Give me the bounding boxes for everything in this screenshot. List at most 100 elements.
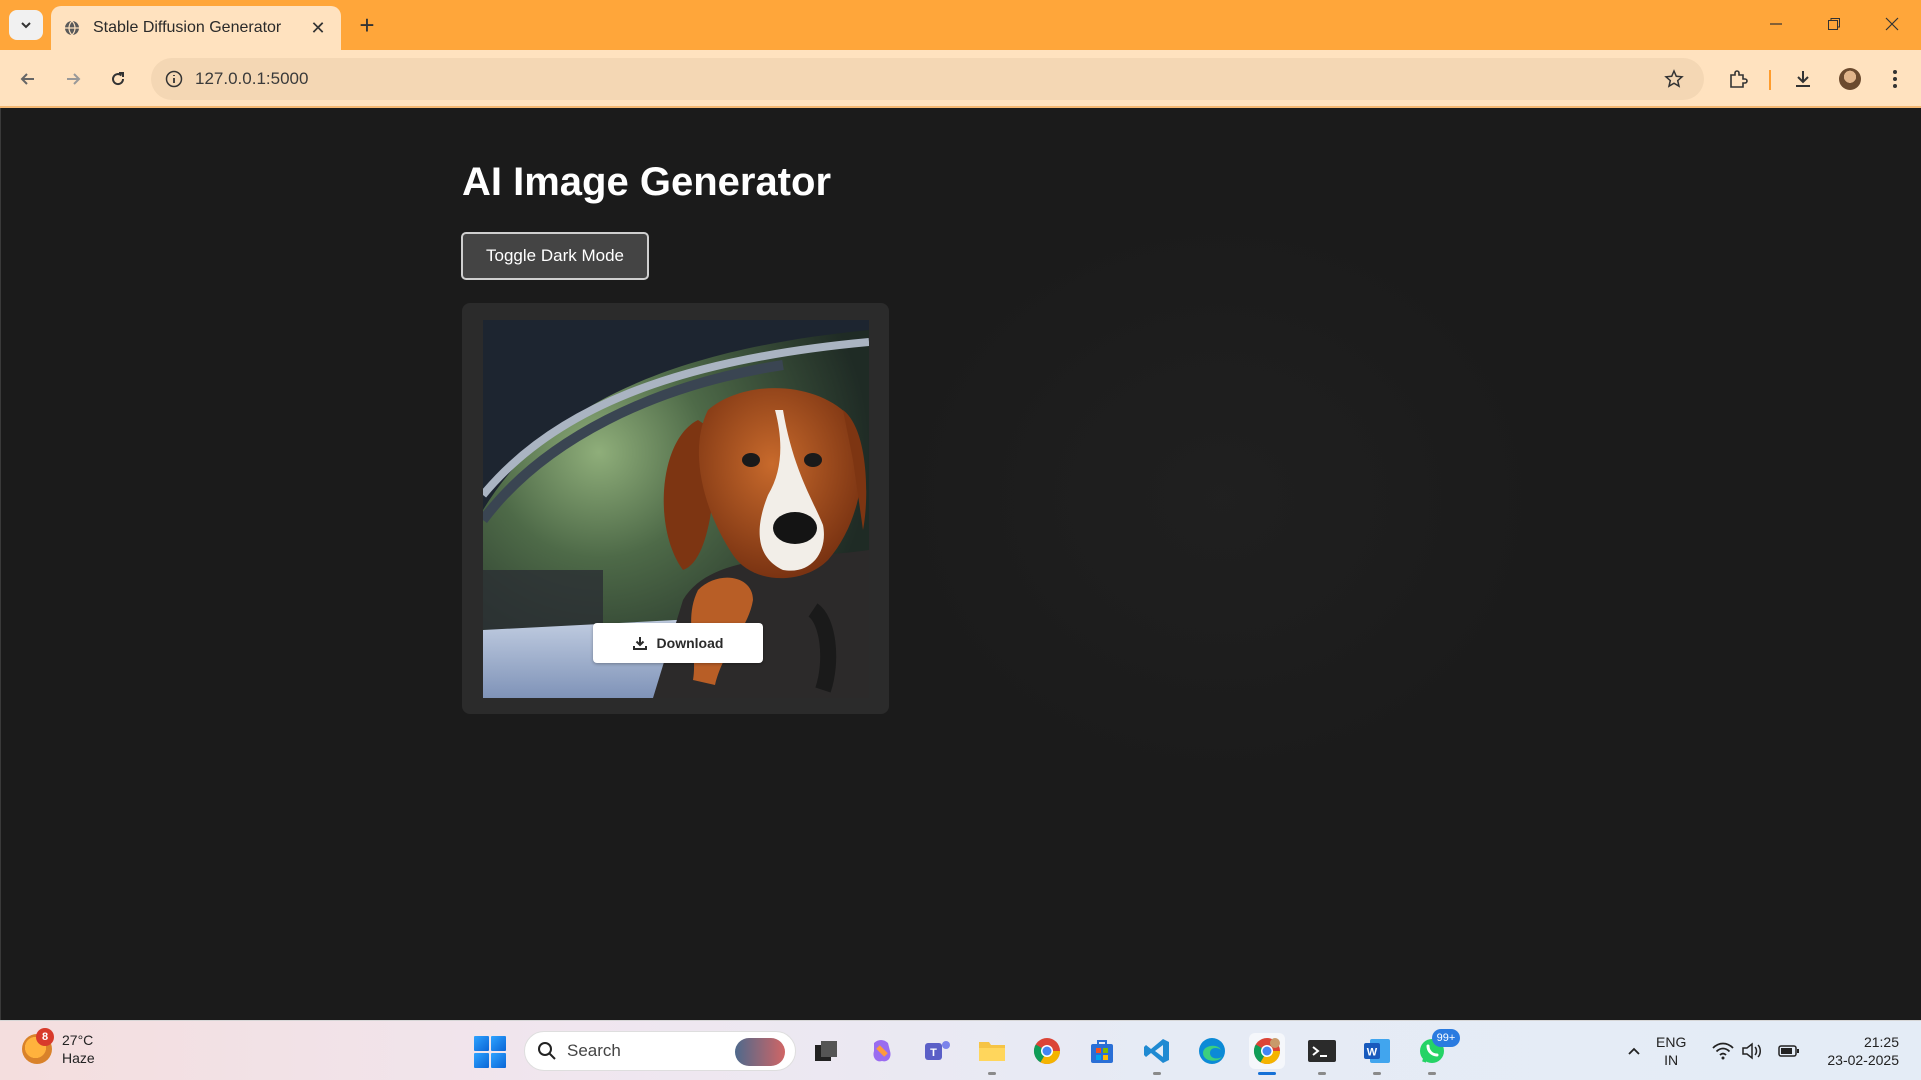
page-title: AI Image Generator xyxy=(462,160,832,204)
windows-logo-tile xyxy=(474,1036,489,1051)
windows-logo-tile xyxy=(491,1053,506,1068)
weather-temp: 27°C xyxy=(62,1032,94,1048)
running-indicator xyxy=(1153,1072,1161,1075)
tab-search-button[interactable] xyxy=(9,10,43,40)
weather-condition: Haze xyxy=(62,1050,95,1066)
word-button[interactable]: W xyxy=(1359,1033,1395,1075)
arrow-left-icon xyxy=(20,73,34,85)
info-icon[interactable] xyxy=(163,68,185,90)
close-icon xyxy=(1885,17,1899,31)
address-bar[interactable]: 127.0.0.1:5000 xyxy=(151,58,1704,100)
teams-icon: T xyxy=(925,1041,950,1060)
back-button[interactable] xyxy=(12,63,44,95)
chevron-down-icon xyxy=(21,22,31,29)
search-icon xyxy=(538,1042,556,1060)
notification-badge: 8 xyxy=(36,1028,54,1046)
running-indicator xyxy=(1258,1072,1276,1075)
reload-button[interactable] xyxy=(102,63,134,95)
chevron-up-icon xyxy=(1628,1047,1640,1055)
more-vert-icon xyxy=(1893,70,1897,88)
running-indicator xyxy=(1428,1072,1436,1075)
language-code: ENG xyxy=(1656,1034,1687,1050)
toolbar-divider xyxy=(1769,70,1771,90)
weather-text: 27°C Haze xyxy=(62,1031,95,1067)
toggle-dark-mode-button[interactable]: Toggle Dark Mode xyxy=(461,232,649,280)
download-label: Download xyxy=(656,635,724,651)
restore-button[interactable] xyxy=(1805,0,1863,48)
running-indicator xyxy=(988,1072,996,1075)
minimize-button[interactable] xyxy=(1747,0,1805,48)
arrow-right-icon xyxy=(67,73,81,85)
globe-icon xyxy=(63,19,81,37)
show-hidden-icons-button[interactable] xyxy=(1616,1033,1652,1069)
region-code: IN xyxy=(1664,1052,1679,1068)
clock-date: 23-02-2025 xyxy=(1827,1052,1899,1068)
whatsapp-button[interactable]: 99+ xyxy=(1414,1029,1460,1075)
start-button[interactable] xyxy=(474,1036,506,1068)
reload-icon xyxy=(112,72,125,86)
windows-logo-tile xyxy=(474,1053,489,1068)
browser-toolbar: 127.0.0.1:5000 xyxy=(0,50,1921,108)
image-card: Download xyxy=(462,303,889,714)
file-explorer-button[interactable] xyxy=(974,1033,1010,1075)
battery-icon xyxy=(1778,1045,1799,1057)
generated-image: Download xyxy=(483,320,869,698)
minimize-icon xyxy=(1770,23,1782,25)
avatar xyxy=(1839,68,1861,90)
vscode-icon xyxy=(1144,1039,1169,1063)
weather-widget[interactable]: 8 27°C Haze xyxy=(22,1028,95,1067)
wifi-status[interactable] xyxy=(1710,1033,1736,1069)
vscode-button[interactable] xyxy=(1139,1033,1175,1075)
terminal-button[interactable] xyxy=(1304,1033,1340,1075)
menu-button[interactable] xyxy=(1880,64,1910,94)
profile-button[interactable] xyxy=(1835,64,1865,94)
wifi-icon xyxy=(1712,1042,1734,1060)
task-view-button[interactable] xyxy=(808,1033,844,1069)
download-icon xyxy=(632,636,647,650)
battery-status[interactable] xyxy=(1776,1033,1802,1069)
folder-icon xyxy=(979,1042,1005,1061)
store-icon xyxy=(1091,1040,1113,1063)
teams-button[interactable]: T xyxy=(919,1033,955,1069)
language-indicator[interactable]: ENG IN xyxy=(1656,1033,1686,1069)
svg-text:W: W xyxy=(1367,1047,1378,1059)
download-button[interactable]: Download xyxy=(593,623,763,663)
search-placeholder: Search xyxy=(567,1041,621,1060)
copilot-button[interactable] xyxy=(864,1033,900,1069)
tab-title: Stable Diffusion Generator xyxy=(93,19,282,36)
puzzle-icon xyxy=(1730,70,1748,88)
window-controls xyxy=(1747,0,1921,50)
page-content: AI Image Generator Toggle Dark Mode Down… xyxy=(0,108,1921,1020)
tab-active[interactable]: Stable Diffusion Generator ✕ xyxy=(51,6,341,50)
url-text[interactable]: 127.0.0.1:5000 xyxy=(195,69,308,89)
volume-status[interactable] xyxy=(1739,1033,1765,1069)
forward-button[interactable] xyxy=(57,63,89,95)
chrome-profile-button[interactable] xyxy=(1249,1033,1285,1075)
restore-icon xyxy=(1828,18,1840,30)
notification-badge: 99+ xyxy=(1432,1029,1460,1047)
volume-icon xyxy=(1742,1042,1761,1060)
new-tab-button[interactable]: + xyxy=(352,10,382,40)
chrome-button[interactable] xyxy=(1029,1033,1065,1069)
edge-button[interactable] xyxy=(1194,1033,1230,1069)
copilot-icon xyxy=(873,1040,891,1062)
word-icon: W xyxy=(1364,1039,1390,1063)
running-indicator xyxy=(1318,1072,1326,1075)
taskbar-search[interactable]: Search xyxy=(524,1031,796,1071)
taskbar: 8 27°C Haze Search T W 99+ ENG IN 21:25 … xyxy=(0,1020,1921,1080)
extensions-button[interactable] xyxy=(1723,64,1753,94)
windows-logo-tile xyxy=(491,1036,506,1051)
task-view-icon xyxy=(815,1041,837,1061)
browser-tab-bar: Stable Diffusion Generator ✕ + xyxy=(0,0,1921,50)
edge-icon xyxy=(1199,1038,1225,1064)
weather-icon: 8 xyxy=(22,1028,54,1064)
microsoft-store-button[interactable] xyxy=(1084,1033,1120,1069)
search-highlight-art xyxy=(735,1038,785,1066)
clock[interactable]: 21:25 23-02-2025 xyxy=(1827,1033,1899,1069)
chrome-icon xyxy=(1253,1038,1281,1065)
background-ghost-image xyxy=(901,218,1541,778)
close-icon[interactable]: ✕ xyxy=(307,17,329,39)
downloads-button[interactable] xyxy=(1788,64,1818,94)
star-icon[interactable] xyxy=(1662,67,1686,91)
close-window-button[interactable] xyxy=(1863,0,1921,48)
